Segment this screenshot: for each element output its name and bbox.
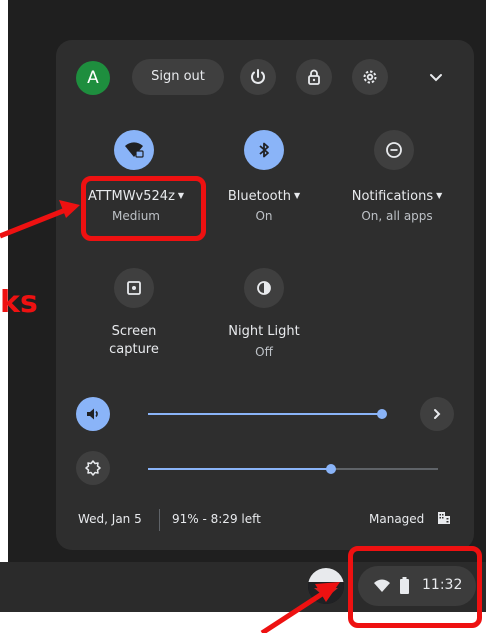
annotation-arrows — [0, 200, 340, 633]
arrow-to-tray — [260, 589, 327, 633]
arrow-to-network — [0, 206, 69, 239]
